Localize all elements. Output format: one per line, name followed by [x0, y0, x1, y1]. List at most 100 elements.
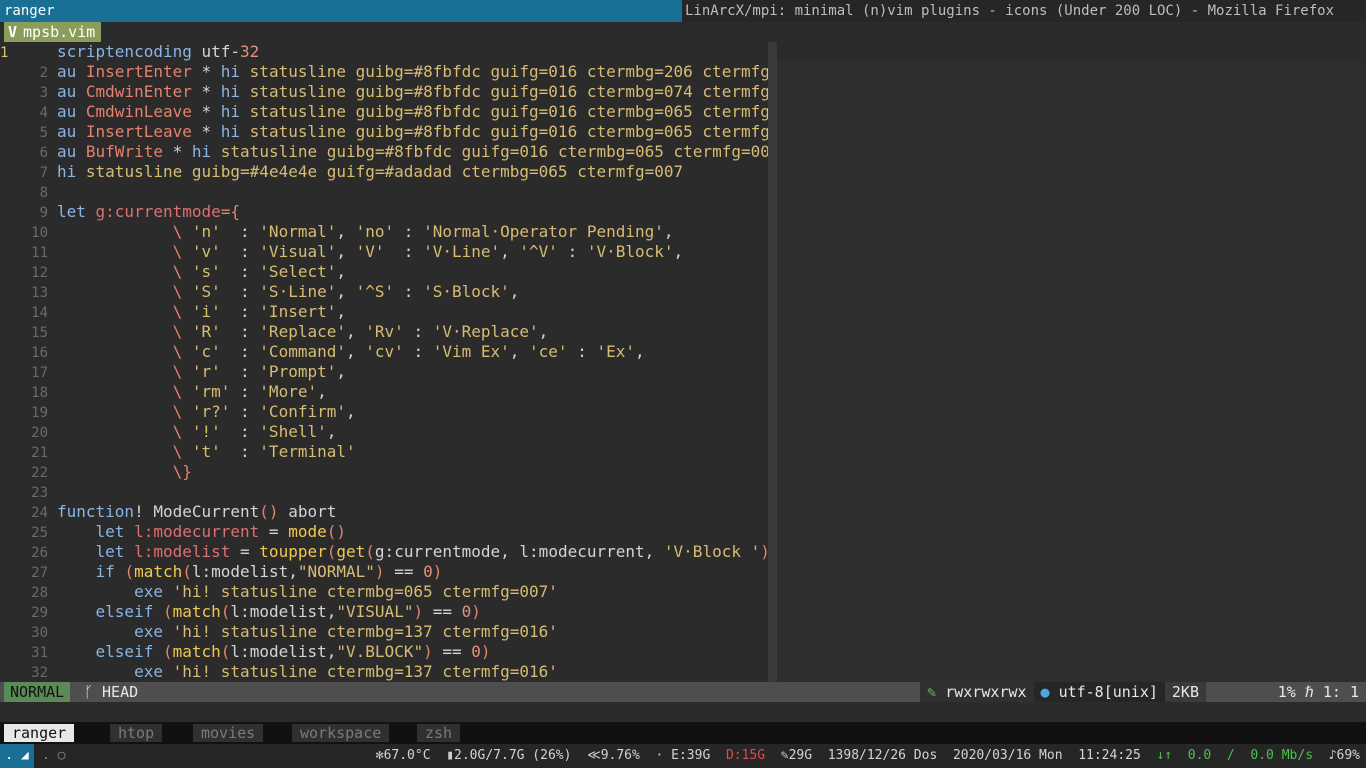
code-token: )	[374, 562, 395, 581]
code-line[interactable]: 3 au CmdwinEnter * hi statusline guibg=#8…	[0, 82, 809, 102]
vim-command-line[interactable]	[0, 702, 1366, 722]
code-token: 'S·Block'	[423, 282, 510, 301]
active-window-title[interactable]: ranger	[0, 0, 682, 22]
jalali-date: 1398/12/26 Dos	[827, 748, 938, 763]
code-token: 0	[423, 562, 433, 581]
other-window-title[interactable]: LinArcX/mpi: minimal (n)vim plugins - ic…	[682, 0, 1366, 22]
code-token: match	[134, 562, 183, 581]
code-token: hi	[220, 62, 250, 81]
editor-pane[interactable]: 1 scriptencoding utf-32 2 au InsertEnter * …	[0, 42, 809, 682]
code-token: 'hi! statusline ctermbg=137 ctermfg=016'	[172, 622, 558, 641]
code-token: '!'	[191, 422, 241, 441]
code-token: )	[480, 642, 491, 661]
line-number: 1	[0, 45, 9, 61]
code-line[interactable]: 17 \ 'r' : 'Prompt',	[0, 362, 770, 382]
code-line[interactable]: 13 \ 'S' : 'S·Line', '^S' : 'S·Block',	[0, 282, 770, 302]
code-line[interactable]: 6 au BufWrite * hi statusline guibg=#8fbf…	[0, 142, 780, 162]
code-token: \	[172, 322, 192, 341]
code-token: "V.BLOCK"	[336, 642, 424, 661]
file-size: 2KB	[1164, 682, 1206, 702]
code-token: hi	[220, 102, 250, 121]
code-token: let	[57, 202, 96, 221]
code-line[interactable]: 2 au InsertEnter * hi statusline guibg=#8…	[0, 62, 809, 82]
code-token: hi	[220, 82, 250, 101]
tmux-tab-htop[interactable]: htop	[110, 724, 163, 742]
code-line[interactable]: 21 \ 't' : 'Terminal'	[0, 442, 770, 462]
code-token: ,	[673, 242, 684, 261]
right-split-pane[interactable]	[777, 62, 1366, 682]
network-icon: ↓↑	[1156, 748, 1173, 763]
code-line[interactable]: 30 exe 'hi! statusline ctermbg=137 cterm…	[0, 622, 770, 642]
code-line[interactable]: 27 if (match(l:modelist,"NORMAL") == 0)	[0, 562, 770, 582]
code-token: (	[220, 602, 231, 621]
code-token: 'r?'	[191, 402, 241, 421]
code-token: utf-	[201, 42, 241, 61]
code-token: CmdwinEnter	[85, 82, 202, 101]
code-text: \ 'v' : 'Visual', 'V' : 'V·Line', '^V' :…	[57, 242, 684, 261]
code-token: 'hi! statusline ctermbg=065 ctermfg=007'	[172, 582, 558, 601]
code-text: \ 'S' : 'S·Line', '^S' : 'S·Block',	[57, 282, 520, 301]
vim-icon: V	[8, 23, 18, 41]
vim-tabline: Vmpsb.vim	[0, 22, 1366, 42]
code-line[interactable]: 28 exe 'hi! statusline ctermbg=065 cterm…	[0, 582, 770, 602]
line-number: 31	[31, 645, 48, 661]
code-text: \ 'r' : 'Prompt',	[57, 362, 346, 381]
code-token: )	[423, 642, 443, 661]
temperature-icon: ✻	[375, 748, 384, 763]
code-line[interactable]: 11 \ 'v' : 'Visual', 'V' : 'V·Line', '^V…	[0, 242, 770, 262]
tmux-tab-zsh[interactable]: zsh	[417, 724, 461, 742]
code-line[interactable]: 10 \ 'n' : 'Normal', 'no' : 'Normal·Oper…	[0, 222, 770, 242]
code-token: \	[172, 342, 192, 361]
code-line[interactable]: 19 \ 'r?' : 'Confirm',	[0, 402, 770, 422]
code-line[interactable]: 7 hi statusline guibg=#4e4e4e guifg=#adad…	[0, 162, 770, 182]
workspace-indicator[interactable]: . ◢	[0, 744, 34, 768]
code-line[interactable]: 29 elseif (match(l:modelist,"VISUAL") ==…	[0, 602, 770, 622]
code-line[interactable]: 32 exe 'hi! statusline ctermbg=137 cterm…	[0, 662, 770, 682]
code-text: scriptencoding utf-32	[57, 42, 259, 61]
code-line[interactable]: 4 au CmdwinLeave * hi statusline guibg=#8…	[0, 102, 809, 122]
code-text: elseif (match(l:modelist,"V.BLOCK") == 0…	[57, 642, 491, 661]
code-token: 'Replace'	[259, 322, 346, 341]
code-line[interactable]: 16 \ 'c' : 'Command', 'cv' : 'Vim Ex', '…	[0, 342, 770, 362]
code-line[interactable]: 31 elseif (match(l:modelist,"V.BLOCK") =…	[0, 642, 770, 662]
code-line[interactable]: 1 scriptencoding utf-32	[0, 42, 770, 62]
code-token: :	[240, 362, 260, 381]
code-line[interactable]: 24 function! ModeCurrent() abort	[0, 502, 770, 522]
code-token: au	[57, 142, 86, 161]
code-token: :	[577, 342, 597, 361]
disk-d: D:15G	[725, 748, 766, 763]
code-line[interactable]: 26 let l:modelist = toupper(get(g:curren…	[0, 542, 779, 562]
code-token: ,	[317, 382, 327, 401]
code-line[interactable]: 15 \ 'R' : 'Replace', 'Rv' : 'V·Replace'…	[0, 322, 770, 342]
code-line[interactable]: 18 \ 'rm' : 'More',	[0, 382, 770, 402]
buffer-tab[interactable]: Vmpsb.vim	[4, 22, 102, 42]
code-line[interactable]: 5 au InsertLeave * hi statusline guibg=#8…	[0, 122, 809, 142]
code-line[interactable]: 25 let l:modecurrent = mode()	[0, 522, 770, 542]
code-token: 'V·Block'	[586, 242, 674, 261]
code-token: au	[57, 62, 86, 81]
code-token: *	[201, 62, 221, 81]
code-line[interactable]: 12 \ 's' : 'Select',	[0, 262, 770, 282]
code-token: ,	[336, 242, 356, 261]
tmux-tab-ranger[interactable]: ranger	[4, 724, 75, 742]
split-separator[interactable]	[768, 42, 777, 682]
code-line[interactable]: 22 \}	[0, 462, 770, 482]
tmux-tab-workspace[interactable]: workspace	[292, 724, 390, 742]
code-line[interactable]: 9 let g:currentmode={	[0, 202, 770, 222]
line-number: 12	[31, 265, 48, 281]
code-token: 0	[471, 642, 481, 661]
code-token: \	[172, 442, 192, 461]
code-token: 'Insert'	[259, 302, 337, 321]
disk-other: 29G	[788, 748, 813, 763]
code-text: let g:currentmode={	[57, 202, 240, 221]
code-line[interactable]: 20 \ '!' : 'Shell',	[0, 422, 770, 442]
code-token: guibg=#8fbfdc guifg=016 ctermbg=065 cter…	[355, 102, 809, 121]
tmux-tab-movies[interactable]: movies	[193, 724, 264, 742]
code-line[interactable]: 14 \ 'i' : 'Insert',	[0, 302, 770, 322]
code-line[interactable]: 23	[0, 482, 770, 502]
code-token: 'V·Block '	[663, 542, 761, 561]
code-line[interactable]: 8	[0, 182, 770, 202]
